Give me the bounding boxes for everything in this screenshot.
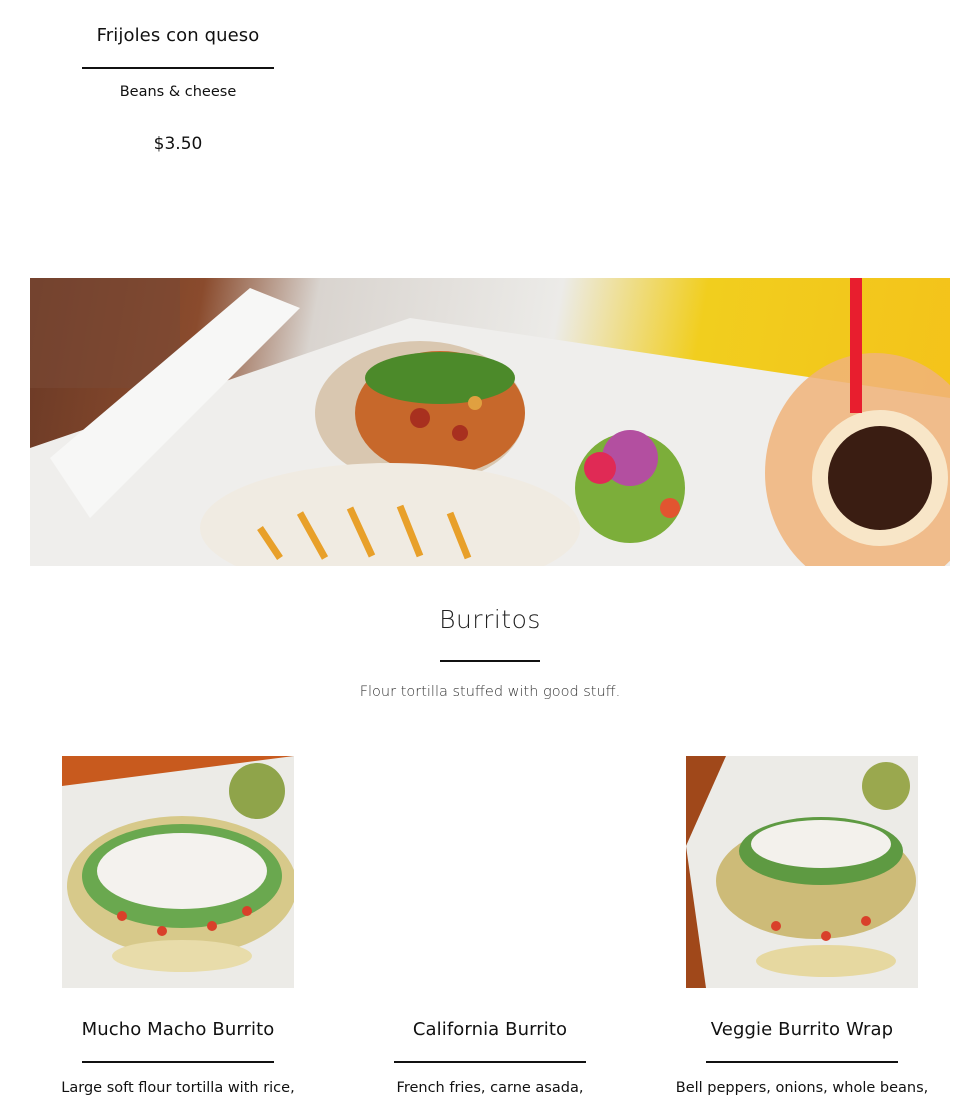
menu-item-description: Large soft flour tortilla with rice, (61, 1080, 295, 1096)
section-divider (440, 660, 540, 662)
burrito-hero-image (30, 278, 950, 566)
section-subtitle: Flour tortilla stuffed with good stuff. (359, 684, 621, 700)
menu-item-title: Frijoles con queso (96, 25, 260, 46)
title-divider (82, 1061, 274, 1063)
title-divider (706, 1061, 898, 1063)
veggie-burrito-wrap-image (686, 756, 918, 988)
menu-item-title: California Burrito (412, 1019, 568, 1040)
mucho-macho-burrito-image (62, 756, 294, 988)
menu-item-title: Veggie Burrito Wrap (710, 1019, 894, 1040)
menu-item-description: Beans & cheese (119, 84, 237, 100)
title-divider (82, 67, 274, 69)
menu-item-description: Bell peppers, onions, whole beans, (675, 1080, 929, 1096)
menu-item-price: $3.50 (153, 134, 203, 154)
menu-item-title: Mucho Macho Burrito (81, 1019, 275, 1040)
section-title: Burritos (439, 605, 541, 634)
menu-item-description: French fries, carne asada, (396, 1080, 584, 1096)
title-divider (394, 1061, 586, 1063)
